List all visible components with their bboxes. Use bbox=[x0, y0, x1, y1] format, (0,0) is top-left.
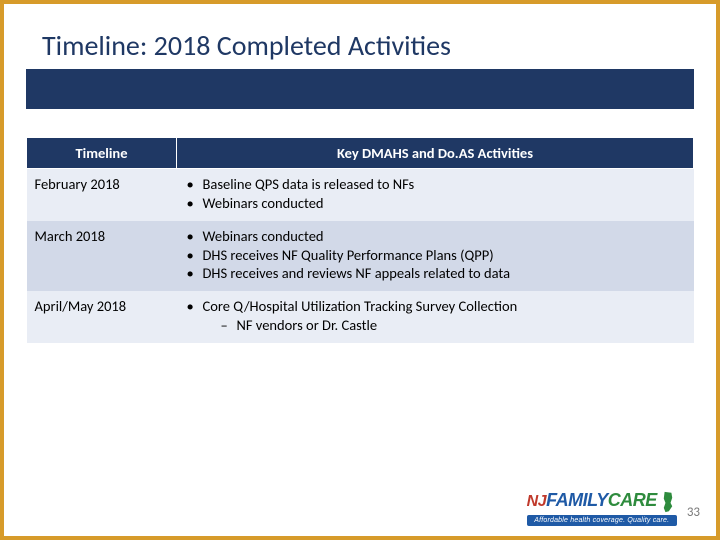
table-header-row: Timeline Key DMAHS and Do.AS Activities bbox=[27, 138, 694, 169]
njfamilycare-logo: NJ FAMILY CARE Affordable health coverag… bbox=[527, 491, 677, 526]
footer: NJ FAMILY CARE Affordable health coverag… bbox=[20, 491, 700, 526]
period-cell: February 2018 bbox=[27, 169, 177, 221]
period-cell: March 2018 bbox=[27, 221, 177, 292]
page-number: 33 bbox=[687, 505, 700, 526]
logo-wordmark: NJ FAMILY CARE bbox=[527, 491, 677, 513]
period-cell: April/May 2018 bbox=[27, 291, 177, 343]
col-header-timeline: Timeline bbox=[27, 138, 177, 169]
activity-item: Webinars conducted bbox=[185, 194, 686, 213]
activity-list: Core Q/Hospital Utilization Tracking Sur… bbox=[185, 297, 686, 335]
activity-item: DHS receives and reviews NF appeals rela… bbox=[185, 264, 686, 283]
title-area: Timeline: 2018 Completed Activities bbox=[26, 22, 694, 109]
title-accent-bar bbox=[26, 69, 694, 109]
activities-cell: Baseline QPS data is released to NFs Web… bbox=[177, 169, 694, 221]
activity-subitem: NF vendors or Dr. Castle bbox=[221, 316, 686, 335]
logo-nj-text: NJ bbox=[527, 494, 546, 510]
activity-item-text: Core Q/Hospital Utilization Tracking Sur… bbox=[203, 297, 518, 315]
table-row: February 2018 Baseline QPS data is relea… bbox=[27, 169, 694, 221]
nj-state-icon bbox=[659, 491, 677, 513]
activities-cell: Core Q/Hospital Utilization Tracking Sur… bbox=[177, 291, 694, 343]
activity-sublist: NF vendors or Dr. Castle bbox=[203, 316, 686, 335]
table-row: April/May 2018 Core Q/Hospital Utilizati… bbox=[27, 291, 694, 343]
activity-item: Webinars conducted bbox=[185, 227, 686, 246]
col-header-activities: Key DMAHS and Do.AS Activities bbox=[177, 138, 694, 169]
table-row: March 2018 Webinars conducted DHS receiv… bbox=[27, 221, 694, 292]
activity-item: Core Q/Hospital Utilization Tracking Sur… bbox=[185, 297, 686, 335]
activity-item: Baseline QPS data is released to NFs bbox=[185, 175, 686, 194]
activity-item: DHS receives NF Quality Performance Plan… bbox=[185, 246, 686, 265]
activities-cell: Webinars conducted DHS receives NF Quali… bbox=[177, 221, 694, 292]
logo-tagline: Affordable health coverage. Quality care… bbox=[527, 515, 677, 526]
logo-care-text: CARE bbox=[608, 491, 657, 509]
logo-family-text: FAMILY bbox=[546, 491, 608, 509]
activity-list: Webinars conducted DHS receives NF Quali… bbox=[185, 227, 686, 284]
activity-list: Baseline QPS data is released to NFs Web… bbox=[185, 175, 686, 213]
slide-title: Timeline: 2018 Completed Activities bbox=[26, 22, 694, 69]
timeline-table: Timeline Key DMAHS and Do.AS Activities … bbox=[26, 137, 694, 343]
slide: Timeline: 2018 Completed Activities Time… bbox=[0, 0, 720, 540]
